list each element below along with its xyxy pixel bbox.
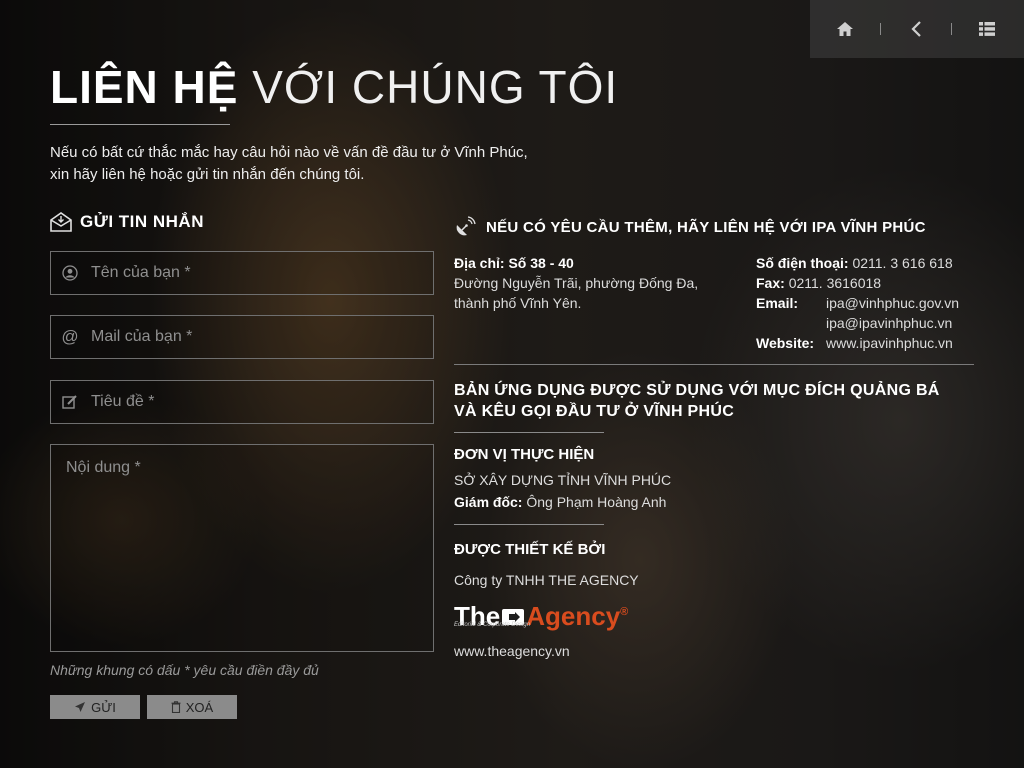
section-divider	[454, 364, 974, 365]
envelope-icon	[50, 212, 72, 232]
back-button[interactable]	[881, 0, 951, 58]
fax-label: Fax:	[756, 275, 785, 291]
mail-field: @	[50, 315, 434, 359]
contact-heading-text: NẾU CÓ YÊU CẦU THÊM, HÃY LIÊN HỆ VỚI IPA…	[486, 218, 926, 236]
edit-icon	[51, 394, 89, 410]
subject-field	[50, 380, 434, 424]
intro-line-1: Nếu có bất cứ thắc mắc hay câu hỏi nào v…	[50, 144, 528, 161]
purpose-line-1: BẢN ỨNG DỤNG ĐƯỢC SỬ DỤNG VỚI MỤC ĐÍCH Q…	[454, 382, 940, 399]
email-row: Email: ipa@vinhphuc.gov.vn	[756, 293, 959, 313]
director-value: Ông Phạm Hoàng Anh	[526, 494, 667, 510]
email-link-1[interactable]: ipa@vinhphuc.gov.vn	[826, 293, 959, 313]
logo-agency: Agency	[526, 601, 621, 631]
design-heading: ĐƯỢC THIẾT KẾ BỞI	[454, 541, 606, 558]
purpose-line-2: VÀ KÊU GỌI ĐẦU TƯ Ở VĨNH PHÚC	[454, 403, 735, 420]
phone-value: 0211. 3 616 618	[852, 255, 953, 271]
home-icon	[837, 22, 853, 36]
address-block: Địa chỉ: Số 38 - 40 Đường Nguyễn Trãi, p…	[454, 253, 734, 313]
section-divider	[454, 524, 604, 525]
logo-subtitle: Editorial & Corporate Design	[454, 622, 531, 628]
email-link-2[interactable]: ipa@ipavinhphuc.vn	[826, 313, 952, 333]
page-title-light: VỚI CHÚNG TÔI	[252, 61, 619, 113]
home-button[interactable]	[810, 0, 880, 58]
director-row: Giám đốc: Ông Phạm Hoàng Anh	[454, 494, 666, 510]
grid-list-icon	[979, 22, 995, 36]
address-line-3: thành phố Vĩnh Yên.	[454, 295, 582, 311]
send-button[interactable]: GỬI	[50, 695, 140, 719]
page-title: LIÊN HỆ VỚI CHÚNG TÔI	[50, 60, 618, 114]
address-line-2: Đường Nguyễn Trãi, phường Đống Đa,	[454, 275, 699, 291]
unit-org: SỞ XÂY DỰNG TỈNH VĨNH PHÚC	[454, 472, 672, 488]
email-row-2: ipa@ipavinhphuc.vn	[756, 313, 959, 333]
top-nav	[810, 0, 1024, 58]
send-message-heading-text: GỬI TIN NHẮN	[80, 212, 204, 231]
purpose-text: BẢN ỨNG DỤNG ĐƯỢC SỬ DỤNG VỚI MỤC ĐÍCH Q…	[454, 380, 940, 422]
intro-text: Nếu có bất cứ thắc mắc hay câu hỏi nào v…	[50, 142, 630, 186]
section-divider	[454, 432, 604, 433]
email-label: Email:	[756, 295, 799, 311]
required-note: Những khung có dấu * yêu cầu điền đầy đủ	[50, 662, 319, 678]
name-input[interactable]	[89, 263, 433, 283]
website-row: Website: www.ipavinhphuc.vn	[756, 333, 959, 353]
website-link[interactable]: www.ipavinhphuc.vn	[826, 333, 953, 353]
unit-heading: ĐƠN VỊ THỰC HIỆN	[454, 446, 595, 463]
agency-website-link[interactable]: www.theagency.vn	[454, 643, 570, 659]
page-title-bold: LIÊN HỆ	[50, 61, 239, 113]
send-message-heading: GỬI TIN NHẮN	[50, 212, 204, 232]
name-field	[50, 251, 434, 295]
intro-line-2: xin hãy liên hệ hoặc gửi tin nhắn đến ch…	[50, 166, 365, 183]
content-field	[50, 444, 434, 652]
satellite-dish-icon	[456, 216, 476, 236]
trash-icon	[171, 701, 181, 713]
contact-heading: NẾU CÓ YÊU CẦU THÊM, HÃY LIÊN HỆ VỚI IPA…	[454, 216, 926, 238]
contact-details: Số điện thoại: 0211. 3 616 618 Fax: 0211…	[756, 253, 959, 353]
address-label: Địa chỉ: Số 38 - 40	[454, 255, 574, 271]
content-textarea[interactable]	[51, 445, 433, 651]
the-agency-logo: The Agency ® Editorial & Corporate Desig…	[454, 598, 628, 632]
logo-registered: ®	[620, 606, 629, 618]
chevron-left-icon	[911, 21, 921, 37]
fax-value: 0211. 3616018	[788, 275, 882, 291]
design-company: Công ty TNHH THE AGENCY	[454, 572, 639, 588]
subject-input[interactable]	[89, 392, 433, 412]
clear-button-label: XOÁ	[185, 699, 214, 715]
fax-row: Fax: 0211. 3616018	[756, 273, 959, 293]
menu-button[interactable]	[952, 0, 1022, 58]
director-label: Giám đốc:	[454, 494, 523, 510]
user-icon	[51, 265, 89, 281]
mail-input[interactable]	[89, 327, 433, 347]
phone-row: Số điện thoại: 0211. 3 616 618	[756, 253, 959, 273]
phone-label: Số điện thoại:	[756, 255, 849, 271]
clear-button[interactable]: XOÁ	[147, 695, 237, 719]
send-button-label: GỬI	[91, 699, 116, 715]
at-sign-icon: @	[61, 327, 79, 346]
title-divider	[50, 124, 230, 125]
paper-plane-icon	[75, 702, 86, 712]
website-label: Website:	[756, 335, 815, 351]
